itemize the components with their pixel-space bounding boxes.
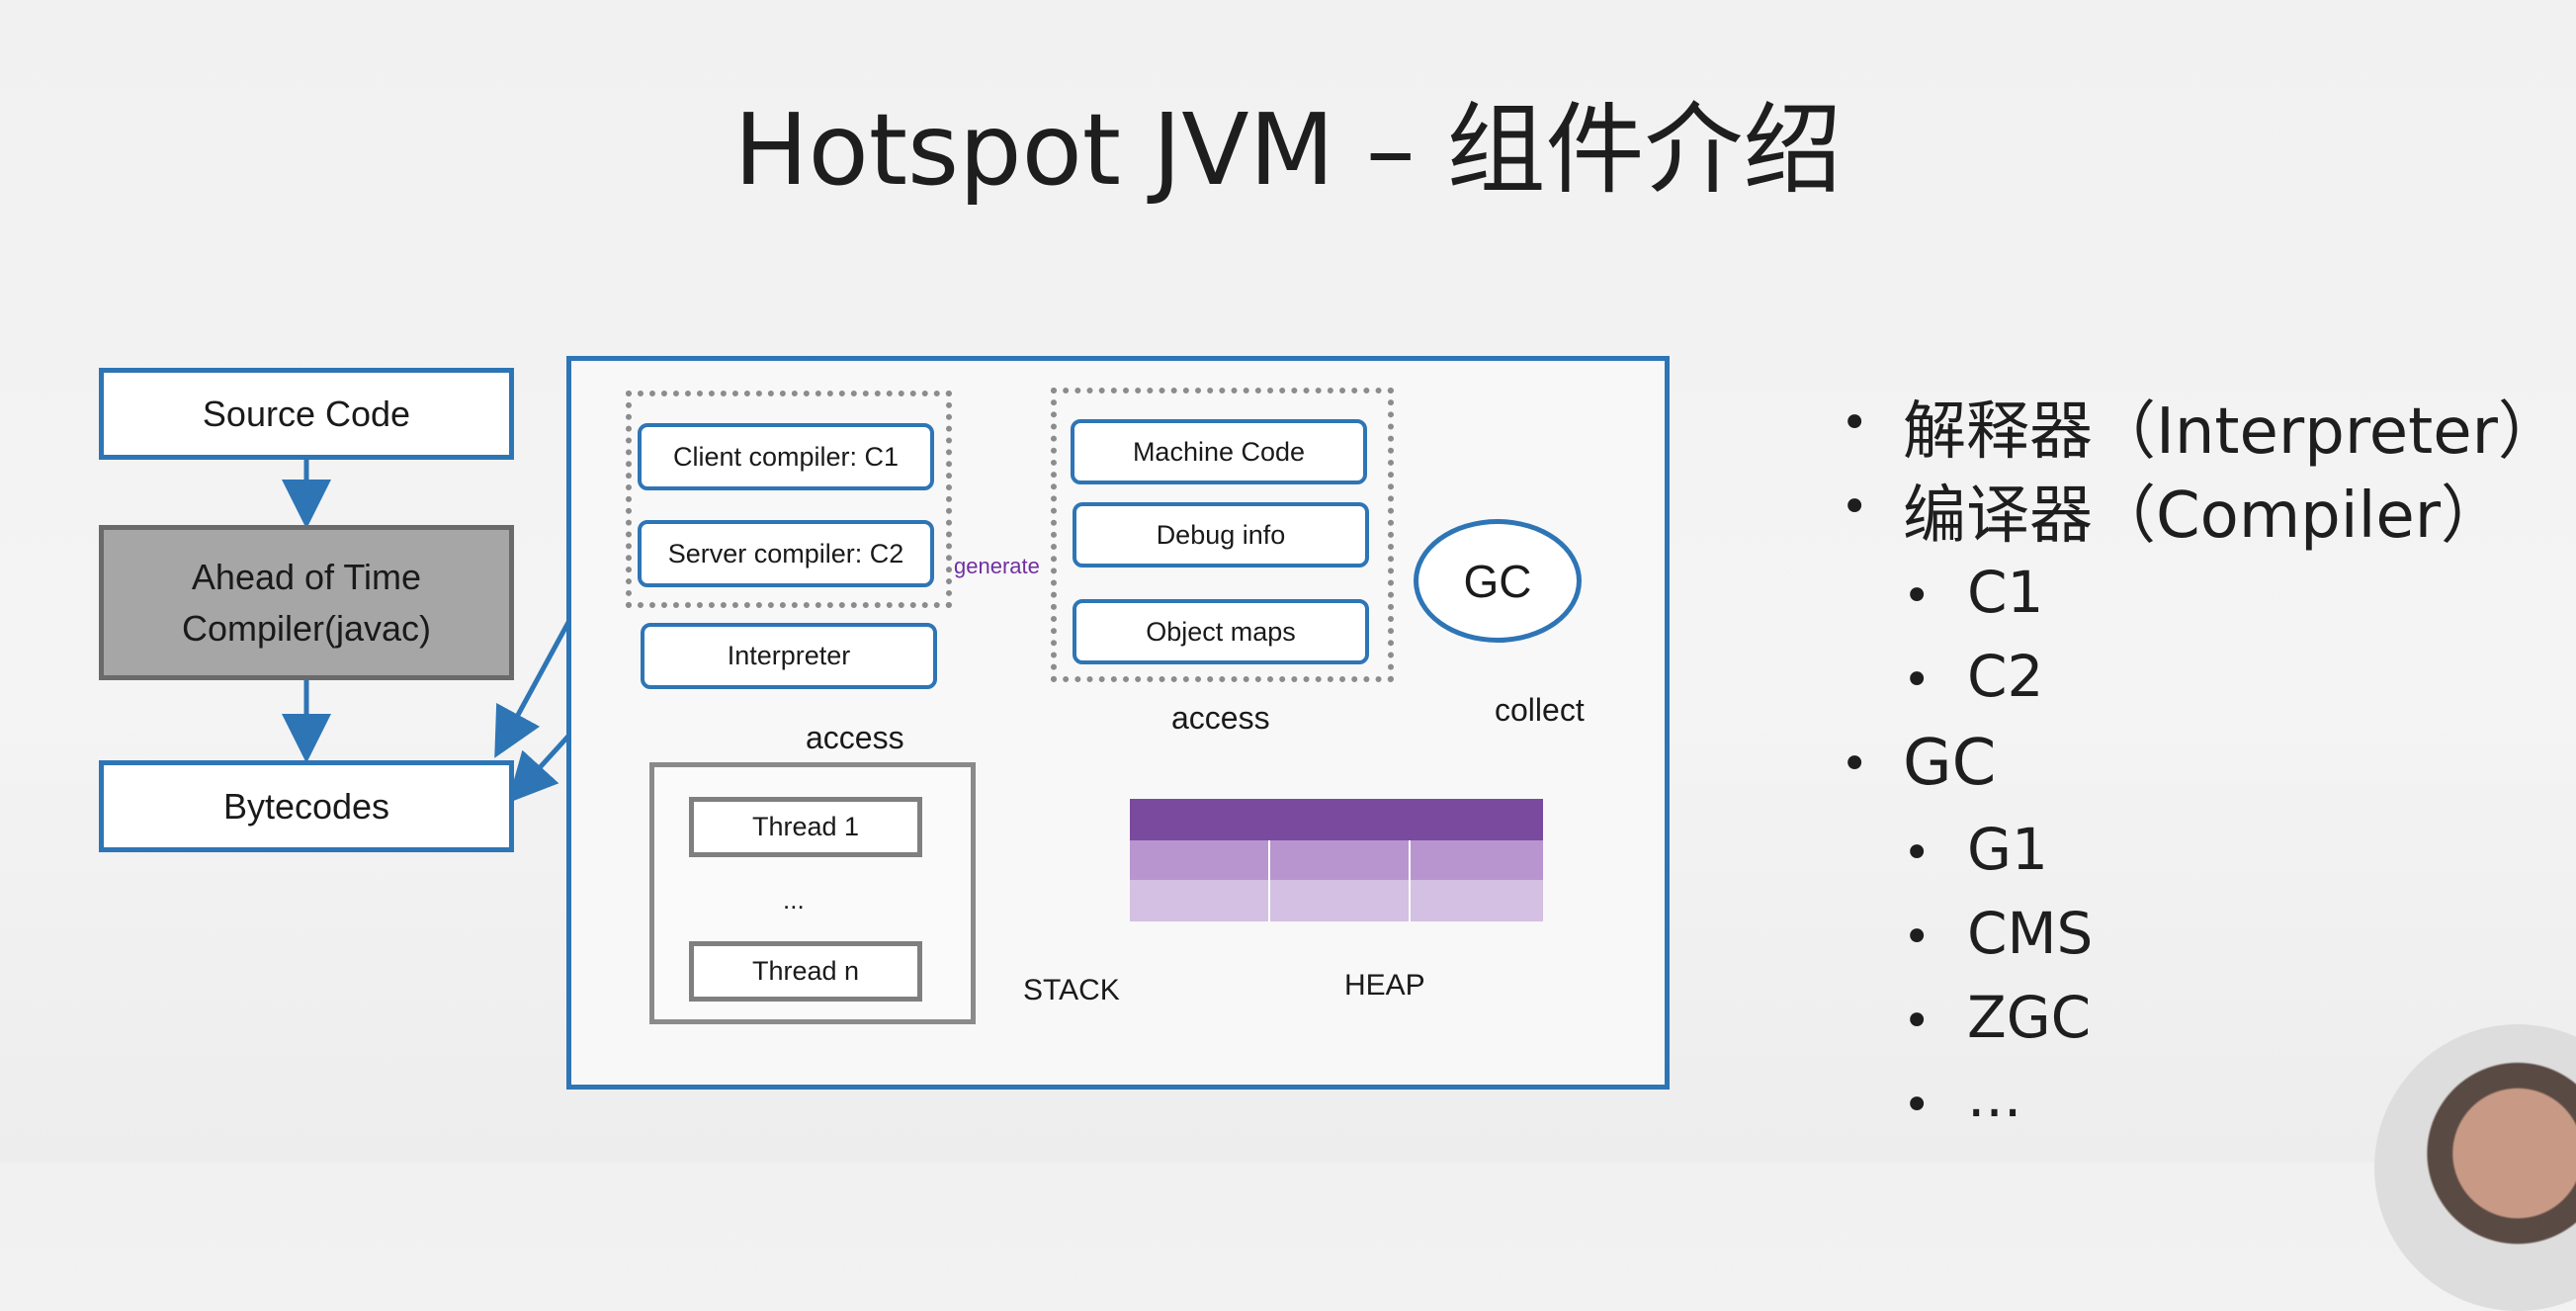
bullet-icon: •: [1841, 395, 1869, 451]
interpreter-label: Interpreter: [727, 641, 851, 670]
heap-label: HEAP: [1344, 969, 1425, 1002]
bullet-icon: •: [1903, 994, 1932, 1049]
thread-1-box: Thread 1: [689, 797, 922, 857]
bullet-icon: •: [1903, 910, 1932, 965]
thread-n-box: Thread n: [689, 941, 922, 1002]
access-heap-label: access: [1171, 700, 1270, 736]
heap-row-1: [1130, 840, 1543, 880]
list-item-gc: GC: [1903, 727, 1997, 800]
list-item-c1: C1: [1967, 559, 2044, 626]
list-item-compiler: 编译器（Compiler）: [1903, 480, 2505, 553]
heap-bar: [1130, 799, 1543, 840]
aot-label-line1: Ahead of Time: [191, 556, 422, 597]
object-maps-box: Object maps: [1073, 599, 1369, 664]
interpreter-box: Interpreter: [641, 623, 937, 689]
bytecodes-box: Bytecodes: [99, 760, 514, 852]
bullet-icon: •: [1903, 1078, 1932, 1133]
access-stack-label: access: [806, 720, 904, 755]
bullet-icon: •: [1903, 653, 1932, 708]
bullet-icon: •: [1841, 737, 1869, 792]
gc-label: GC: [1463, 555, 1532, 607]
collect-label: collect: [1495, 692, 1585, 728]
list-item-more: ...: [1967, 1063, 2022, 1130]
bullet-icon: •: [1841, 480, 1869, 535]
bullet-icon: •: [1903, 568, 1932, 624]
client-compiler-label: Client compiler: C1: [672, 441, 900, 472]
stack-label: STACK: [1023, 974, 1120, 1006]
list-item-interpreter: 解释器（Interpreter）: [1903, 395, 2561, 469]
machine-code-box: Machine Code: [1071, 419, 1367, 484]
list-item-c2: C2: [1967, 643, 2044, 710]
gc-circle: GC: [1414, 519, 1582, 643]
generate-label: generate: [954, 554, 1040, 578]
list-item-cms: CMS: [1967, 900, 2094, 967]
source-code-box: Source Code: [99, 368, 514, 460]
server-compiler-box: Server compiler: C2: [638, 520, 934, 587]
object-maps-label: Object maps: [1146, 616, 1296, 647]
list-item-zgc: ZGC: [1967, 984, 2092, 1051]
thread-1-label: Thread 1: [751, 812, 860, 841]
machine-code-label: Machine Code: [1132, 436, 1306, 467]
debug-info-label: Debug info: [1156, 519, 1286, 550]
thread-ellipsis: ...: [783, 885, 805, 915]
server-compiler-label: Server compiler: C2: [667, 538, 904, 568]
client-compiler-box: Client compiler: C1: [638, 423, 934, 490]
list-item-g1: G1: [1967, 816, 2048, 883]
source-code-label: Source Code: [202, 393, 411, 434]
bytecodes-label: Bytecodes: [222, 785, 390, 827]
debug-info-box: Debug info: [1073, 502, 1369, 568]
thread-n-label: Thread n: [751, 956, 860, 986]
aot-label-line2: Compiler(javac): [181, 607, 432, 649]
heap-row-2: [1130, 880, 1543, 921]
aot-compiler-box: Ahead of Time Compiler(javac): [99, 525, 514, 680]
bullet-icon: •: [1903, 826, 1932, 881]
